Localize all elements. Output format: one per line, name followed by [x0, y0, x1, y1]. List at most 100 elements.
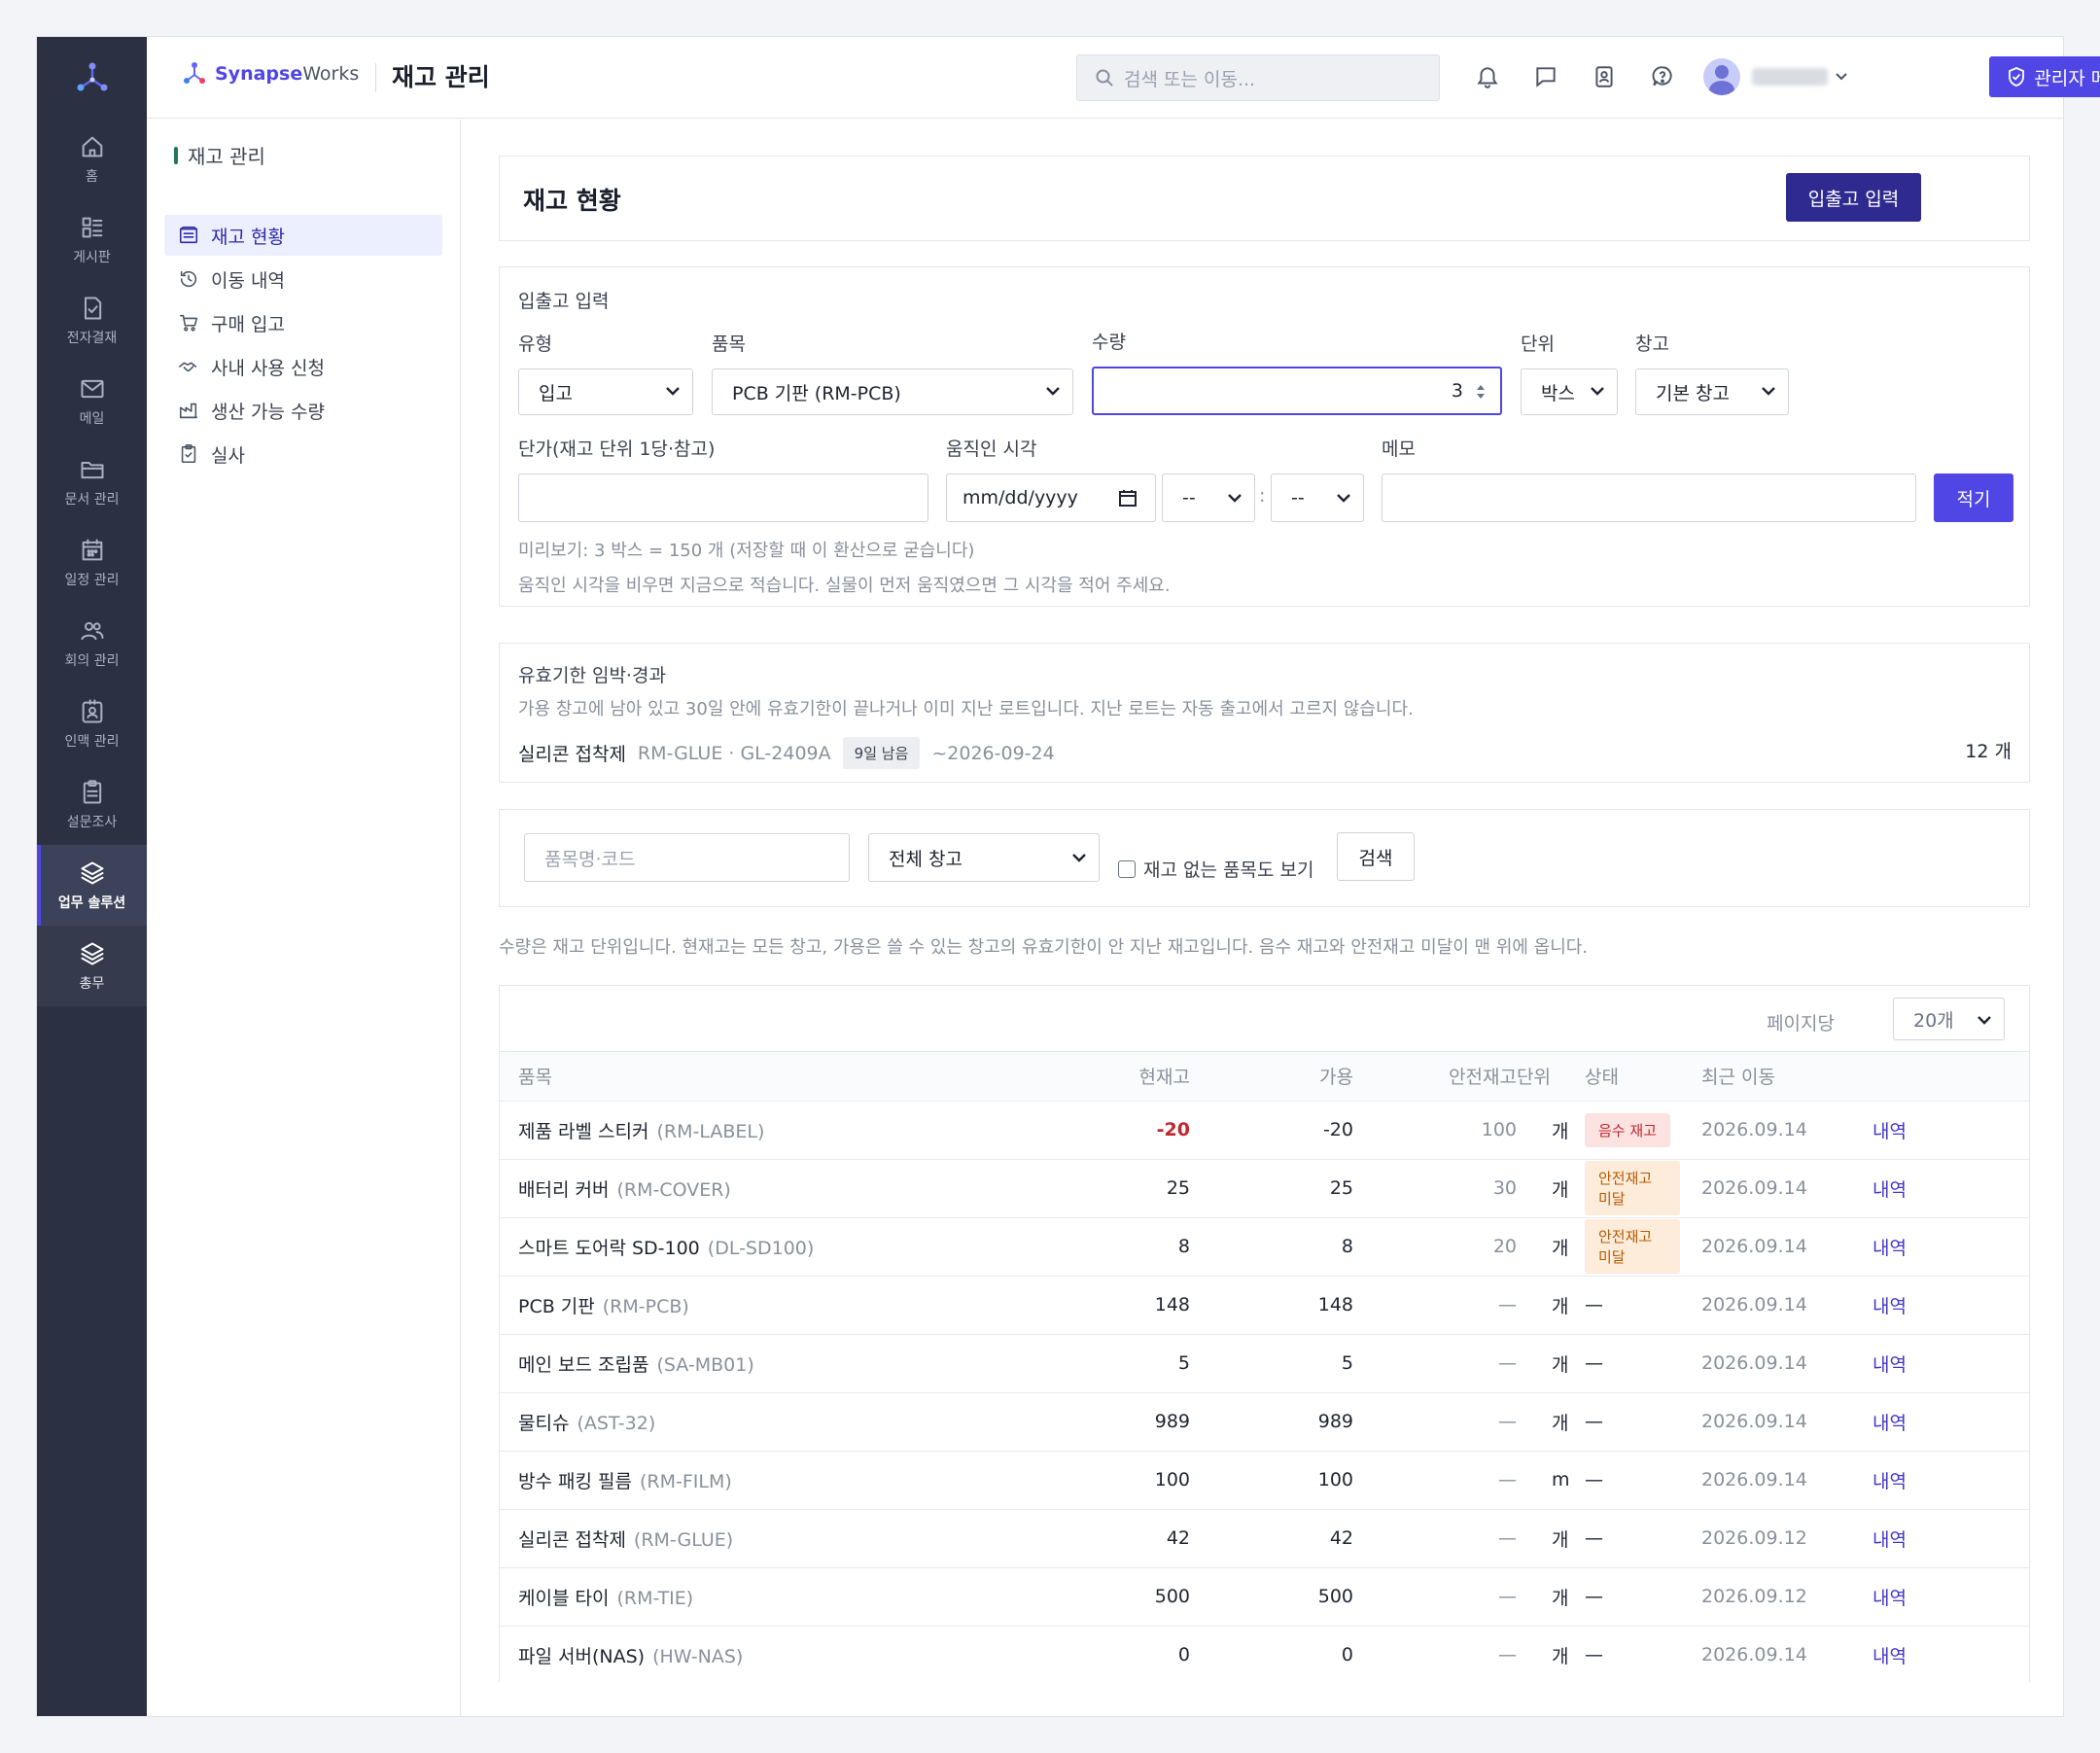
column-header-3: 안전재고 — [1449, 1067, 1517, 1089]
status-empty: — — [1585, 1469, 1603, 1490]
table-row[interactable]: 배터리 커버 (RM-COVER) 25 25 30 개 안전재고 미달 2026.09.14… — [500, 1158, 2029, 1217]
subnav-item-1[interactable]: 이동 내역 — [164, 259, 442, 299]
available-stock-cell: 5 — [1190, 1333, 1353, 1392]
history-link[interactable]: 내역 — [1872, 1471, 1907, 1492]
brand[interactable]: SynapseWorks — [182, 61, 359, 87]
rail-item-5[interactable]: 일정 관리 — [37, 522, 147, 603]
app-window: 홈 게시판 전자결재 메일 문서 관리 일정 관리 회의 관리 인맥 관리 설문조사 업무 솔루션… — [36, 36, 2100, 1717]
calendar-icon[interactable] — [1118, 488, 1138, 508]
inventory-subnav: 재고 관리 재고 현황 이동 내역 구매 입고 사내 사용 신청 생산 가능 수량 실사 — [147, 120, 461, 1716]
qty-input[interactable]: 3 — [1092, 367, 1502, 415]
rail-item-10[interactable]: 총무 — [37, 926, 147, 1006]
minute-select[interactable]: -- — [1271, 473, 1364, 522]
item-cell: 실리콘 접착제 (RM-GLUE) — [518, 1508, 1102, 1567]
app-logo[interactable] — [37, 37, 147, 119]
current-stock-cell: 500 — [1102, 1566, 1190, 1626]
row-spacer — [500, 1216, 518, 1276]
item-name: 배터리 커버 — [518, 1178, 610, 1201]
rail-item-0[interactable]: 홈 — [37, 119, 147, 199]
show-empty-toggle[interactable]: 재고 없는 품목도 보기 — [1118, 856, 1313, 882]
global-search-input[interactable]: 검색 또는 이동... — [1076, 54, 1440, 101]
clipboard-icon — [83, 779, 101, 803]
hour-select-value: -- — [1182, 487, 1196, 508]
stock-entry-button[interactable]: 입출고 입력 — [1786, 173, 1921, 222]
notification-bell-icon[interactable] — [1471, 60, 1504, 93]
table-row[interactable]: 스마트 도어락 SD-100 (DL-SD100) 8 8 20 개 안전재고 미달 2026… — [500, 1216, 2029, 1276]
per-page-select[interactable]: 20개 — [1893, 998, 2005, 1040]
brand-name-bold: Synapse — [215, 63, 303, 85]
item-name: 제품 라벨 스티커 — [518, 1120, 649, 1142]
row-spacer — [500, 1158, 518, 1217]
memo-input[interactable] — [1382, 473, 1916, 522]
rail-item-7[interactable]: 인맥 관리 — [37, 684, 147, 764]
header-end — [2009, 1052, 2029, 1101]
show-empty-checkbox[interactable] — [1118, 859, 1136, 878]
subnav-item-3[interactable]: 사내 사용 신청 — [164, 346, 442, 387]
minute-select-value: -- — [1291, 487, 1305, 508]
search-button[interactable]: 검색 — [1337, 832, 1415, 881]
history-link[interactable]: 내역 — [1872, 1179, 1907, 1201]
contacts-icon[interactable] — [1588, 60, 1621, 93]
unit-cell: 개 — [1517, 1100, 1585, 1159]
table-row[interactable]: 파일 서버(NAS) (HW-NAS) 0 0— 개 —2026.09.14 내역 — [500, 1625, 2029, 1684]
rail-item-4[interactable]: 문서 관리 — [37, 441, 147, 522]
history-link[interactable]: 내역 — [1872, 1121, 1907, 1142]
subnav-item-2[interactable]: 구매 입고 — [164, 302, 442, 343]
history-link[interactable]: 내역 — [1872, 1238, 1907, 1259]
status-cell: — — [1585, 1625, 1680, 1684]
date-input[interactable]: mm/dd/yyyy — [946, 473, 1156, 522]
item-cell: 물티슈 (AST-32) — [518, 1391, 1102, 1451]
subnav-item-5[interactable]: 실사 — [164, 434, 442, 474]
rail-item-8[interactable]: 설문조사 — [37, 764, 147, 845]
help-icon[interactable] — [1646, 60, 1679, 93]
history-link[interactable]: 내역 — [1872, 1529, 1907, 1551]
header-spacer — [500, 1052, 518, 1101]
table-row[interactable]: 제품 라벨 스티커 (RM-LABEL) -20 -20 100 개 음수 재고 2026.0… — [500, 1100, 2029, 1159]
rail-item-1[interactable]: 게시판 — [37, 199, 147, 280]
current-stock-cell: 148 — [1102, 1275, 1190, 1334]
history-link[interactable]: 내역 — [1872, 1296, 1907, 1317]
history-link[interactable]: 내역 — [1872, 1646, 1907, 1667]
admin-menu-button[interactable]: 관리자 메뉴 — [1989, 56, 2100, 97]
chevron-down-icon[interactable] — [1834, 71, 1849, 83]
row-spacer — [500, 1275, 518, 1334]
column-header-0: 품목 — [518, 1067, 552, 1089]
rail-item-9[interactable]: 업무 솔루션 — [37, 845, 147, 926]
history-link[interactable]: 내역 — [1872, 1588, 1907, 1609]
type-select[interactable]: 입고 — [518, 368, 693, 415]
submit-entry-button[interactable]: 적기 — [1934, 473, 2013, 522]
table-row[interactable]: 메인 보드 조립품 (SA-MB01) 5 5— 개 —2026.09.14 내역 — [500, 1333, 2029, 1392]
warehouse-filter-select[interactable]: 전체 창고 — [868, 833, 1100, 882]
table-row[interactable]: 실리콘 접착제 (RM-GLUE) 42 42— 개 —2026.09.12 내역 — [500, 1508, 2029, 1567]
history-link[interactable]: 내역 — [1872, 1354, 1907, 1376]
table-row[interactable]: PCB 기판 (RM-PCB) 148 148— 개 —2026.09.14 내역 — [500, 1275, 2029, 1334]
table-row[interactable]: 방수 패킹 필름 (RM-FILM) 100 100— m —2026.09.14 내역 — [500, 1450, 2029, 1509]
spinner-arrows-icon[interactable] — [1475, 382, 1487, 402]
warehouse-select[interactable]: 기본 창고 — [1635, 368, 1789, 415]
board-icon — [82, 217, 102, 237]
chat-icon[interactable] — [1529, 60, 1562, 93]
user-avatar[interactable] — [1703, 58, 1740, 95]
rail-item-6[interactable]: 회의 관리 — [37, 603, 147, 684]
unit-select[interactable]: 박스 — [1521, 368, 1618, 415]
user-name-redacted[interactable] — [1752, 68, 1828, 86]
item-select[interactable]: PCB 기판 (RM-PCB) — [712, 368, 1073, 415]
row-end — [2009, 1100, 2029, 1159]
rail-item-2[interactable]: 전자결재 — [37, 280, 147, 361]
subnav-item-4[interactable]: 생산 가능 수량 — [164, 390, 442, 431]
rail-item-3[interactable]: 메일 — [37, 361, 147, 441]
type-label: 유형 — [518, 333, 552, 355]
unit-price-input[interactable] — [518, 473, 928, 522]
current-stock-cell: 0 — [1102, 1625, 1190, 1684]
item-search-input[interactable]: 품목명·코드 — [524, 833, 850, 882]
search-icon — [1096, 69, 1113, 87]
subnav-item-0[interactable]: 재고 현황 — [164, 215, 442, 256]
item-cell: 케이블 타이 (RM-TIE) — [518, 1566, 1102, 1626]
inventory-table-card: 페이지당 20개 품목 현재고 가용 안전재고 단위 상태 최근 이동 제품 라벨 스티커(… — [499, 985, 2030, 1684]
status-empty: — — [1585, 1352, 1603, 1374]
table-row[interactable]: 케이블 타이 (RM-TIE) 500 500— 개 —2026.09.12 내역 — [500, 1566, 2029, 1626]
hour-select[interactable]: -- — [1162, 473, 1255, 522]
table-row[interactable]: 물티슈 (AST-32) 989 989— 개 —2026.09.14 내역 — [500, 1391, 2029, 1451]
qty-input-value: 3 — [1451, 380, 1463, 402]
history-link[interactable]: 내역 — [1872, 1413, 1907, 1434]
